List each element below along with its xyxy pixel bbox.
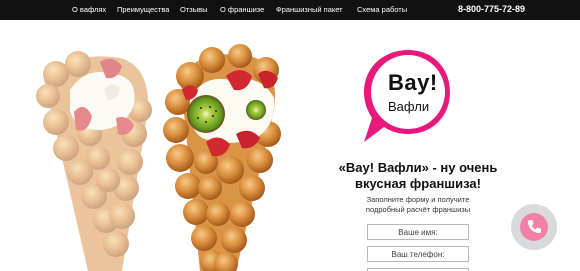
brand-logo (364, 50, 450, 142)
waffle-cones-image (36, 44, 281, 271)
phone-input[interactable] (367, 246, 469, 262)
nav-item-work-scheme[interactable]: Схема работы (357, 5, 407, 14)
nav-item-advantages[interactable]: Преимущества (117, 5, 169, 14)
nav-phone-number[interactable]: 8-800-775-72-89 (458, 4, 525, 14)
hero-headline-line-1: «Вау! Вафли» - ну очень (338, 160, 498, 175)
hero-subline-line-2: подробный расчёт франшизы (365, 205, 471, 214)
hero-subline-line-1: Заполните форму и получите (366, 195, 470, 204)
logo-wordmark-waffles: Вафли (388, 99, 430, 114)
callback-button[interactable] (511, 204, 557, 250)
nav-item-about-waffles[interactable]: О вафлях (72, 5, 106, 14)
nav-item-reviews[interactable]: Отзывы (180, 5, 207, 14)
hero-headline-line-2: вкусная франшиза! (355, 176, 481, 191)
nav-item-franchise-package[interactable]: Франшизный пакет (276, 5, 343, 14)
top-nav: О вафлях Преимущества Отзывы О франшизе … (0, 0, 580, 20)
logo-wordmark-wow: Вау! (388, 70, 438, 95)
hero-headline: «Вау! Вафли» - ну очень вкусная франшиза… (326, 160, 510, 192)
name-input[interactable] (367, 224, 469, 240)
nav-item-about-franchise[interactable]: О франшизе (220, 5, 264, 14)
phone-icon (528, 220, 541, 233)
callback-button-inner (520, 213, 548, 241)
hero-subline: Заполните форму и получите подробный рас… (326, 195, 510, 215)
